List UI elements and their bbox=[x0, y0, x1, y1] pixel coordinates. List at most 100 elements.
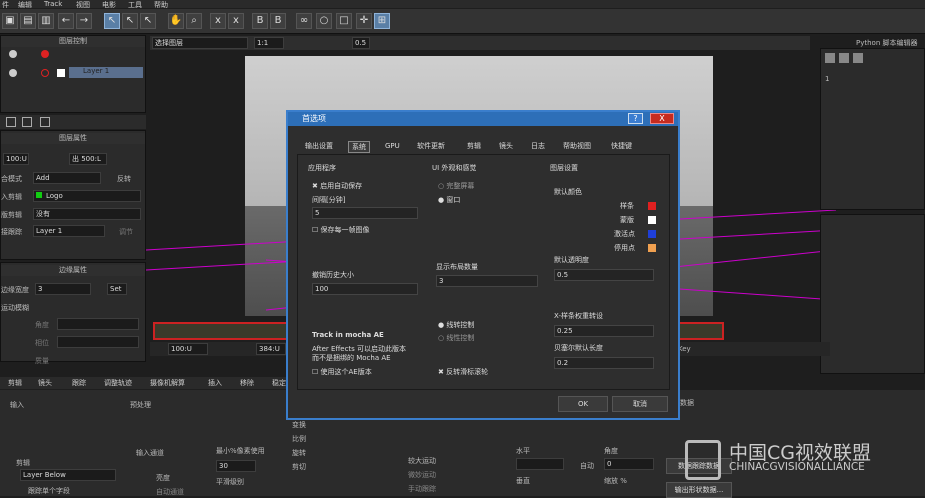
timeline-in-field[interactable]: 100:U bbox=[168, 343, 208, 355]
bezier-field[interactable]: 0.2 bbox=[554, 357, 654, 369]
small-motion-radio[interactable]: 微妙运动 bbox=[408, 470, 436, 480]
cancel-button[interactable]: 取消 bbox=[612, 396, 668, 412]
tab-update[interactable]: 软件更新 bbox=[414, 141, 448, 153]
opt-rotation[interactable]: 旋转 bbox=[292, 448, 306, 458]
tab-stabilize[interactable]: 稳定 bbox=[272, 378, 286, 388]
linear-control2-radio[interactable]: ○ 线性控制 bbox=[438, 333, 474, 343]
xspline-add-icon[interactable]: x bbox=[228, 13, 244, 29]
link-icon[interactable]: ∞ bbox=[296, 13, 312, 29]
tab-clip[interactable]: 剪辑 bbox=[8, 378, 22, 388]
layer-item[interactable]: Layer 1 bbox=[69, 67, 143, 78]
track-single-field[interactable]: 跟踪单个字段 bbox=[28, 486, 70, 496]
angle-field[interactable] bbox=[57, 318, 139, 330]
auto-checkbox[interactable]: 自动 bbox=[580, 461, 594, 471]
phase-field[interactable] bbox=[57, 336, 139, 348]
in-point-field[interactable]: 100:U bbox=[3, 153, 29, 165]
edge-set-button[interactable]: Set bbox=[107, 283, 127, 295]
layout-field[interactable]: 3 bbox=[436, 275, 538, 287]
autosave-checkbox[interactable]: ✖ 启用自动保存 bbox=[312, 181, 362, 191]
gear-icon[interactable] bbox=[9, 69, 17, 77]
redo-icon[interactable]: → bbox=[76, 13, 92, 29]
python-editor-panel[interactable]: 1 bbox=[820, 48, 925, 210]
undo-icon[interactable]: ← bbox=[58, 13, 74, 29]
opt-transform[interactable]: 变换 bbox=[292, 420, 306, 430]
view-select[interactable]: 选择图层 bbox=[152, 37, 248, 49]
gear-icon[interactable] bbox=[9, 50, 17, 58]
use-ae-checkbox[interactable]: ☐ 使用这个AE版本 bbox=[312, 367, 372, 377]
tab-remove[interactable]: 移除 bbox=[240, 378, 254, 388]
menu-track[interactable]: Track bbox=[44, 0, 62, 8]
xspline-icon[interactable]: x bbox=[210, 13, 226, 29]
move-icon[interactable]: ✛ bbox=[356, 13, 372, 29]
tab-adjust-track[interactable]: 调整轨迹 bbox=[104, 378, 132, 388]
tab-log[interactable]: 日志 bbox=[528, 141, 548, 153]
linear-control-radio[interactable]: ● 线转控制 bbox=[438, 320, 474, 330]
xspline-field[interactable]: 0.25 bbox=[554, 325, 654, 337]
fullscreen-radio[interactable]: ○ 完整屏幕 bbox=[438, 181, 474, 191]
large-motion-radio[interactable]: 较大运动 bbox=[408, 456, 436, 466]
save-icon[interactable]: ▥ bbox=[38, 13, 54, 29]
horizontal-field[interactable] bbox=[516, 458, 564, 470]
play-icon[interactable] bbox=[853, 53, 863, 63]
select-plus-icon[interactable]: ↖ bbox=[122, 13, 138, 29]
tab-gpu[interactable]: GPU bbox=[382, 141, 403, 153]
invert-label[interactable]: 反转 bbox=[117, 174, 131, 184]
zoom-icon[interactable]: ⌕ bbox=[186, 13, 202, 29]
tab-output[interactable]: 输出设置 bbox=[302, 141, 336, 153]
timeline-out-field[interactable]: 384:U bbox=[256, 343, 286, 355]
circle-icon[interactable]: ○ bbox=[316, 13, 332, 29]
close-button[interactable]: X bbox=[650, 113, 674, 124]
add-point-icon[interactable]: ↖ bbox=[140, 13, 156, 29]
interval-field[interactable]: 5 bbox=[312, 207, 418, 219]
tab-help-view[interactable]: 帮助视图 bbox=[560, 141, 594, 153]
manual-track-radio[interactable]: 手动跟踪 bbox=[408, 484, 436, 494]
open-icon[interactable]: ▤ bbox=[20, 13, 36, 29]
blend-mode-select[interactable]: Add bbox=[33, 172, 101, 184]
ok-button[interactable]: OK bbox=[558, 396, 608, 412]
opacity-field[interactable]: 0.5 bbox=[352, 37, 370, 49]
edge-width-field[interactable]: 3 bbox=[35, 283, 91, 295]
bezier-add-icon[interactable]: B bbox=[270, 13, 286, 29]
tab-shortcuts[interactable]: 快捷键 bbox=[608, 141, 635, 153]
min-pixels-field[interactable]: 30 bbox=[216, 460, 256, 472]
opacity-field[interactable]: 0.5 bbox=[554, 269, 654, 281]
color-matte-swatch[interactable] bbox=[648, 216, 656, 224]
color-inactive-swatch[interactable] bbox=[648, 244, 656, 252]
tab-track[interactable]: 跟踪 bbox=[72, 378, 86, 388]
visibility-icon[interactable] bbox=[41, 69, 49, 77]
tab-clip[interactable]: 剪辑 bbox=[464, 141, 484, 153]
bezier-icon[interactable]: B bbox=[252, 13, 268, 29]
tab-camera-solve[interactable]: 摄像机解算 bbox=[150, 378, 185, 388]
transform-icon[interactable]: ⊞ bbox=[374, 13, 390, 29]
input-clip-select[interactable]: Logo bbox=[33, 190, 141, 202]
folder-icon[interactable]: ▣ bbox=[2, 13, 18, 29]
color-active-swatch[interactable] bbox=[648, 230, 656, 238]
save-each-checkbox[interactable]: ☐ 保存每一帧图像 bbox=[312, 225, 370, 235]
run-icon[interactable] bbox=[825, 53, 835, 63]
window-radio[interactable]: ● 窗口 bbox=[438, 195, 460, 205]
undo-field[interactable]: 100 bbox=[312, 283, 418, 295]
expand-icon[interactable] bbox=[40, 117, 50, 127]
tab-system[interactable]: 系统 bbox=[348, 141, 370, 153]
link-track-select[interactable]: Layer 1 bbox=[33, 225, 105, 237]
color-spline-swatch[interactable] bbox=[648, 202, 656, 210]
help-button[interactable]: ? bbox=[628, 113, 643, 124]
color-icon[interactable] bbox=[41, 50, 49, 58]
save-script-icon[interactable] bbox=[839, 53, 849, 63]
zoom-select[interactable]: 1:1 bbox=[254, 37, 284, 49]
invert-wheel-checkbox[interactable]: ✖ 反转滑标滚轮 bbox=[438, 367, 488, 377]
duplicate-icon[interactable] bbox=[22, 117, 32, 127]
opt-scale[interactable]: 比例 bbox=[292, 434, 306, 444]
angle-field[interactable]: 0 bbox=[604, 458, 654, 470]
clip-select[interactable]: Layer Below bbox=[20, 469, 116, 481]
tab-lens[interactable]: 镜头 bbox=[496, 141, 516, 153]
tab-lens[interactable]: 镜头 bbox=[38, 378, 52, 388]
matte-select[interactable]: 没有 bbox=[33, 208, 141, 220]
opt-shear[interactable]: 剪切 bbox=[292, 462, 306, 472]
luminance-radio[interactable]: 亮度 bbox=[156, 473, 170, 483]
hand-icon[interactable]: ✋ bbox=[168, 13, 184, 29]
out-point-field[interactable]: 出 500:L bbox=[69, 153, 107, 165]
square-icon[interactable]: □ bbox=[336, 13, 352, 29]
select-arrow-icon[interactable]: ↖ bbox=[104, 13, 120, 29]
lock-icon[interactable] bbox=[6, 117, 16, 127]
